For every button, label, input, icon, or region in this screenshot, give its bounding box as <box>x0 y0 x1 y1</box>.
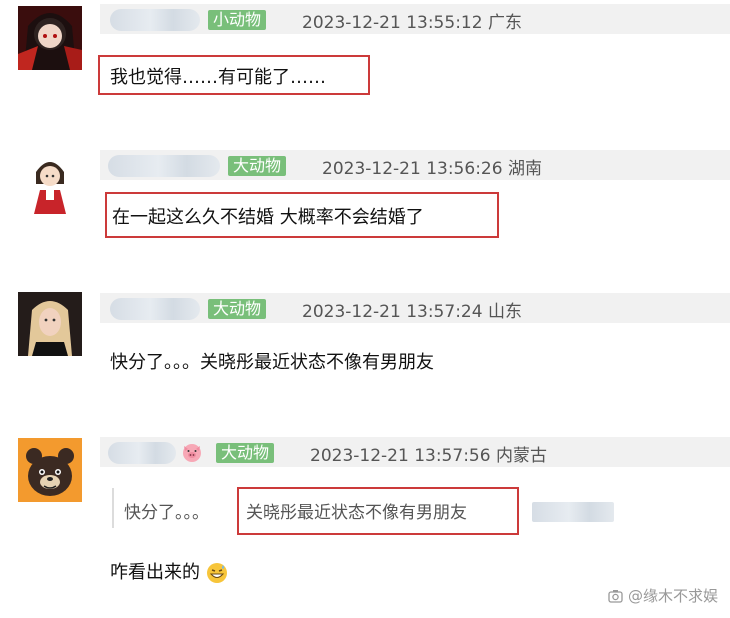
timestamp-location: 2023-12-21 13:55:12 广东 <box>302 13 522 33</box>
camera-icon <box>608 589 623 603</box>
level-badge: 小动物 <box>208 10 267 30</box>
comment-text: 我也觉得……有可能了…… <box>110 67 326 88</box>
comment-meta-bar: 大动物 2023-12-21 13:57:24 山东 <box>100 293 730 323</box>
username-blurred[interactable] <box>110 298 200 320</box>
comment-meta-bar: 小动物 2023-12-21 13:55:12 广东 <box>100 4 730 34</box>
username-blurred[interactable] <box>110 9 200 31</box>
username-blurred[interactable] <box>108 442 176 464</box>
grinning-sweat-emoji-icon <box>206 562 228 584</box>
quoted-user-blurred <box>532 502 614 522</box>
avatar[interactable] <box>18 292 82 356</box>
level-badge: 大动物 <box>216 443 275 463</box>
timestamp-location: 2023-12-21 13:57:24 山东 <box>302 302 522 322</box>
timestamp-location: 2023-12-21 13:56:26 湖南 <box>322 159 542 179</box>
highlight-box <box>237 487 519 535</box>
avatar[interactable] <box>18 6 82 70</box>
avatar[interactable] <box>18 438 82 502</box>
comment-text: 咋看出来的 <box>110 558 228 584</box>
comment-meta-bar: 大动物 2023-12-21 13:56:26 湖南 <box>100 150 730 180</box>
pig-emoji-icon <box>180 440 204 464</box>
watermark: @缘木不求娱 <box>608 585 718 606</box>
quote-prefix: 快分了。。。 <box>124 503 209 523</box>
watermark-text: @缘木不求娱 <box>627 587 718 605</box>
comment-meta-bar: 大动物 2023-12-21 13:57:56 内蒙古 <box>100 437 730 467</box>
level-badge: 大动物 <box>208 299 267 319</box>
comment-1: 小动物 2023-12-21 13:55:12 广东 我也觉得……有可能了…… <box>0 0 730 140</box>
comment-3: 大动物 2023-12-21 13:57:24 山东 快分了。。。关晓彤最近状态… <box>0 280 730 430</box>
timestamp-location: 2023-12-21 13:57:56 内蒙古 <box>310 446 547 466</box>
level-badge: 大动物 <box>228 156 287 176</box>
username-blurred[interactable] <box>108 155 220 177</box>
avatar[interactable] <box>18 150 82 214</box>
comment-text: 在一起这么久不结婚 大概率不会结婚了 <box>112 207 424 228</box>
comment-2: 大动物 2023-12-21 13:56:26 湖南 在一起这么久不结婚 大概率… <box>0 140 730 280</box>
comment-text-content: 咋看出来的 <box>110 562 200 583</box>
comment-text: 快分了。。。关晓彤最近状态不像有男朋友 <box>110 352 434 373</box>
